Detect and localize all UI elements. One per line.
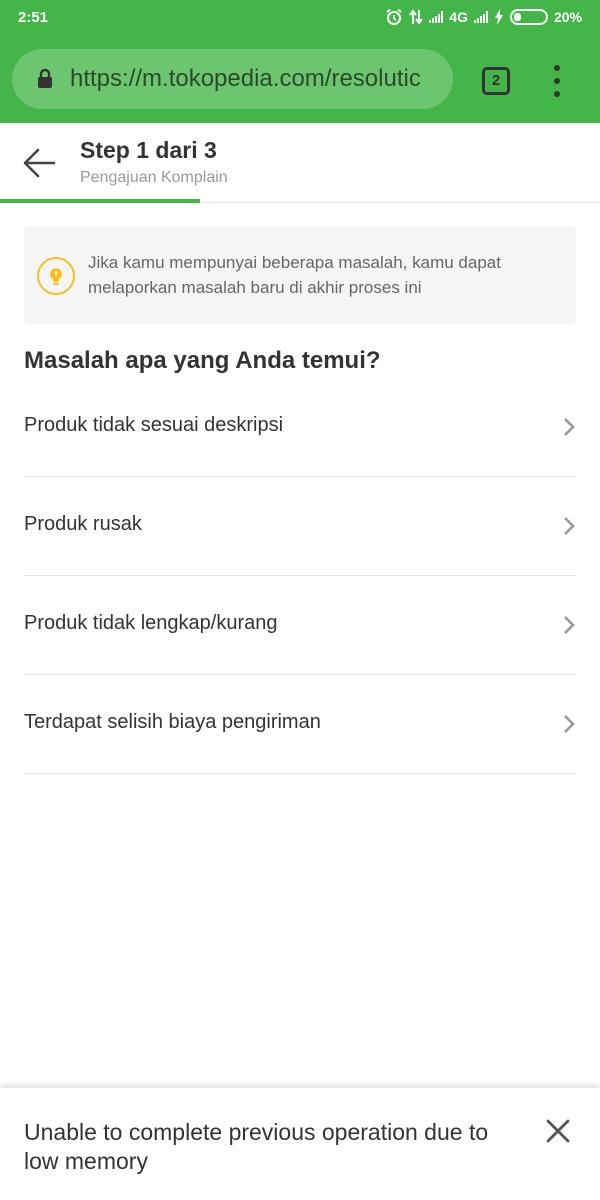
info-box: Jika kamu mempunyai beberapa masalah, ka… [24, 226, 576, 324]
list-item[interactable]: Produk tidak sesuai deskripsi [24, 378, 576, 477]
signal-icon [473, 11, 488, 23]
snackbar-message: Unable to complete previous operation du… [24, 1119, 489, 1174]
list-item-label: Produk rusak [24, 513, 142, 535]
close-icon[interactable] [545, 1118, 571, 1144]
status-icons: 4G 20% [385, 8, 582, 26]
info-text: Jika kamu mempunyai beberapa masalah, ka… [88, 253, 501, 297]
step-progress-fill [0, 199, 200, 203]
browser-toolbar: https://m.tokopedia.com/resolutic 2 [0, 37, 600, 123]
question-heading: Masalah apa yang Anda temui? [24, 347, 381, 374]
battery-level: 20% [553, 9, 582, 25]
tab-switcher-icon[interactable]: 2 [482, 67, 510, 95]
url-bar[interactable]: https://m.tokopedia.com/resolutic [12, 49, 453, 109]
overflow-menu-icon[interactable] [550, 65, 564, 97]
url-text: https://m.tokopedia.com/resolutic [70, 65, 421, 92]
data-transfer-icon [409, 8, 424, 26]
problem-list: Produk tidak sesuai deskripsi Produk rus… [24, 378, 576, 774]
step-progress-bar [0, 199, 600, 203]
step-title: Step 1 dari 3 [80, 137, 217, 163]
snackbar: Unable to complete previous operation du… [0, 1088, 600, 1200]
chevron-right-icon [564, 715, 575, 733]
lock-icon [38, 69, 52, 88]
signal-icon [429, 11, 444, 23]
battery-icon [509, 9, 548, 25]
status-bar: 2:51 4G 20% [0, 0, 600, 37]
chevron-right-icon [564, 616, 575, 634]
alarm-icon [385, 8, 403, 26]
step-subtitle: Pengajuan Komplain [80, 169, 228, 186]
page-header: Step 1 dari 3 Pengajuan Komplain [0, 123, 600, 203]
back-arrow-icon[interactable] [20, 143, 60, 183]
charging-icon [494, 8, 504, 26]
network-type: 4G [449, 9, 468, 25]
list-item-label: Terdapat selisih biaya pengiriman [24, 711, 321, 733]
lightbulb-icon [37, 257, 75, 295]
list-item-label: Produk tidak sesuai deskripsi [24, 414, 284, 436]
chevron-right-icon [564, 418, 575, 436]
list-item[interactable]: Produk rusak [24, 477, 576, 576]
chevron-right-icon [564, 517, 575, 535]
status-time: 2:51 [18, 9, 49, 26]
list-item-label: Produk tidak lengkap/kurang [24, 612, 278, 634]
list-item[interactable]: Produk tidak lengkap/kurang [24, 576, 576, 675]
list-item[interactable]: Terdapat selisih biaya pengiriman [24, 675, 576, 774]
